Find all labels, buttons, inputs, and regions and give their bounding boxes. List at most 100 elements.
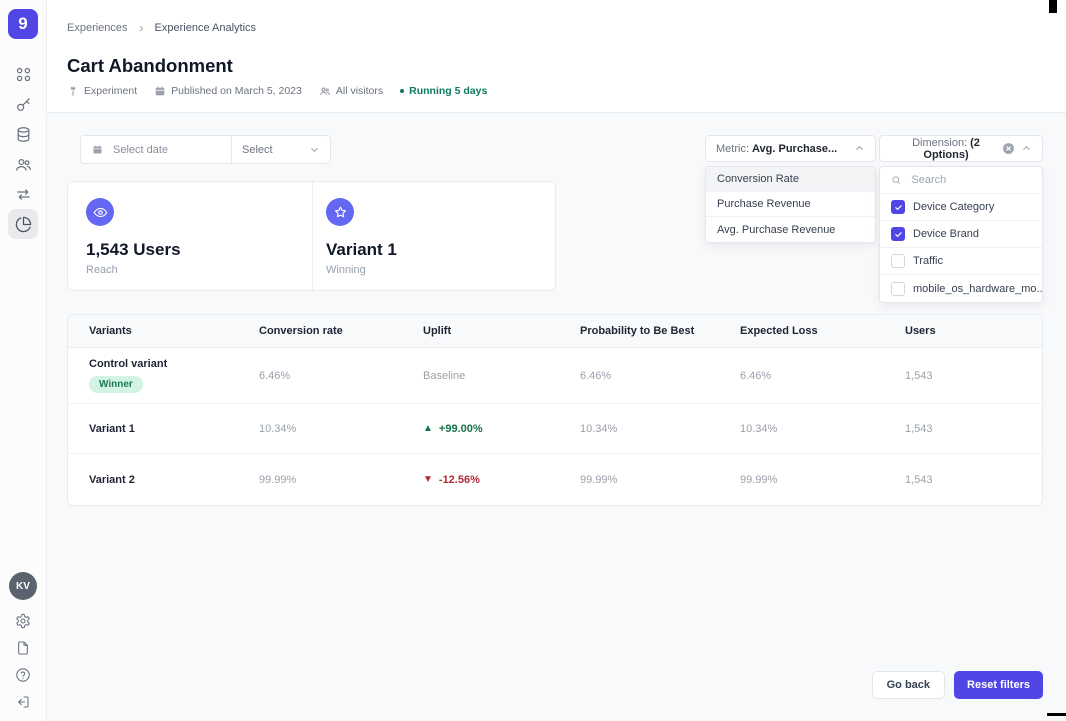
expected-loss-value: 6.46% [740,369,772,382]
meta-type: Experiment [67,85,137,97]
reach-label: Reach [86,264,118,276]
status-dot-icon [400,89,405,93]
date-input[interactable] [111,142,220,157]
table-header: Variants Conversion rate Uplift Probabil… [68,315,1042,348]
chevron-up-icon [856,146,863,150]
users-icon [15,158,31,171]
table-row-variant-2: Variant 2 99.99% ▼ -12.56% 99.99% 99.99%… [68,454,1042,505]
metric-value: Avg. Purchase... [752,142,838,155]
experiment-icon [70,86,76,96]
variant-name: Variant 2 [89,473,135,486]
column-conversion-rate: Conversion rate [259,325,343,337]
meta-audience: All visitors [319,85,383,97]
meta-running-status: Running 5 days [400,85,487,97]
winning-variant-label: Winning [326,264,366,276]
sidebar-item-logout[interactable] [10,688,37,715]
reset-filters-button[interactable]: Reset filters [954,671,1043,699]
sidebar-item-docs[interactable] [10,634,37,661]
winning-variant-value: Variant 1 [326,240,397,259]
column-uplift: Uplift [423,325,452,337]
sidebar-item-dashboard[interactable] [8,59,38,89]
dimension-option-mobile-os-hardware[interactable]: mobile_os_hardware_mo... [880,275,1042,302]
page-header: Experiences Experience Analytics Cart Ab… [47,0,1066,113]
column-probability: Probability to Be Best [580,325,695,337]
breadcrumb: Experiences Experience Analytics [67,22,1043,34]
checkbox-checked-icon[interactable] [891,227,905,241]
checkbox-unchecked-icon[interactable] [891,254,905,268]
logout-icon [18,695,29,708]
dimension-option-traffic[interactable]: Traffic [880,248,1042,275]
footer-actions: Go back Reset filters [871,671,1043,699]
right-filters: Metric: Avg. Purchase... Conversion Rate … [705,135,1043,303]
screen-artifact [1047,713,1066,716]
probability-value: 6.46% [580,369,612,382]
users-value: 1,543 [905,422,933,435]
dimension-search-input[interactable] [909,173,1031,187]
clear-icon[interactable] [1002,142,1015,155]
main-area: Experiences Experience Analytics Cart Ab… [47,0,1066,721]
app-logo[interactable]: 9 [8,9,38,39]
column-expected-loss: Expected Loss [740,325,818,337]
sidebar-item-help[interactable] [10,661,37,688]
breadcrumb-experience-analytics[interactable]: Experience Analytics [155,22,257,34]
dimension-search-row [880,167,1042,194]
column-variants: Variants [89,325,132,337]
calendar-icon [93,145,102,154]
eye-icon [93,207,107,217]
winner-badge: Winner [89,376,143,393]
dimension-option-device-category[interactable]: Device Category [880,194,1042,221]
chevron-up-icon [1023,146,1030,150]
reach-card: 1,543 Users Reach [68,182,313,290]
user-avatar[interactable]: KV [9,572,37,600]
metric-menu: Conversion Rate Purchase Revenue Avg. Pu… [705,166,876,243]
uplift-value: Baseline [423,369,466,382]
table-row-variant-1: Variant 1 10.34% ▲ +99.00% 10.34% 10.34%… [68,404,1042,454]
document-icon [18,640,28,655]
content-area: Select Metric:Avg. Purchase... Conversio… [47,113,1066,721]
sidebar-item-data[interactable] [8,119,38,149]
metric-dropdown: Metric: Avg. Purchase... Conversion Rate … [705,135,876,243]
key-icon [16,97,30,111]
conversion-rate-value: 6.46% [259,369,291,382]
metric-option-purchase-revenue[interactable]: Purchase Revenue [706,192,875,217]
sidebar-item-keys[interactable] [8,89,38,119]
metric-label: Metric: [716,142,749,155]
expected-loss-value: 10.34% [740,422,778,435]
sidebar-item-audiences[interactable] [8,149,38,179]
uplift-value: ▲ +99.00% [423,422,483,435]
visitors-icon [320,87,330,95]
database-icon [17,126,29,142]
column-users: Users [905,325,936,337]
table-row-control-variant: Control variant Winner 6.46% Baseline 6.… [68,348,1042,404]
sidebar-item-integrations[interactable] [8,179,38,209]
variants-table: Variants Conversion rate Uplift Probabil… [67,314,1043,506]
breadcrumb-experiences[interactable]: Experiences [67,22,128,34]
screen-artifact [1049,0,1057,13]
chevron-right-icon [139,25,143,31]
dimension-dropdown-button[interactable]: Dimension: (2 Options) [879,135,1043,162]
dimension-option-device-brand[interactable]: Device Brand [880,221,1042,248]
metric-option-avg-purchase-revenue[interactable]: Avg. Purchase Revenue [706,217,875,242]
conversion-rate-value: 10.34% [259,422,297,435]
date-filter-group: Select [80,135,331,164]
checkbox-checked-icon[interactable] [891,200,905,214]
sidebar-item-analytics[interactable] [8,209,38,239]
sidebar-item-settings[interactable] [10,607,37,634]
search-icon [892,176,900,184]
dimension-label: Dimension: [912,136,968,149]
filter-bar: Select Metric:Avg. Purchase... Conversio… [67,135,1043,303]
calendar-icon [155,86,165,96]
checkbox-unchecked-icon[interactable] [891,281,905,296]
go-back-button[interactable]: Go back [871,671,946,699]
dimension-menu: Device Category Device Brand Traffic [879,166,1043,303]
date-picker[interactable] [81,136,231,163]
probability-value: 10.34% [580,422,618,435]
metric-option-conversion-rate[interactable]: Conversion Rate [706,167,875,192]
variant-name: Variant 1 [89,422,135,435]
transfer-arrows-icon [16,188,30,200]
uplift-down-icon: ▼ [423,474,433,485]
users-value: 1,543 [905,369,933,382]
status-badge: Running 5 days [409,85,488,97]
select-dropdown[interactable]: Select [232,136,330,163]
metric-dropdown-button[interactable]: Metric: Avg. Purchase... [705,135,876,162]
